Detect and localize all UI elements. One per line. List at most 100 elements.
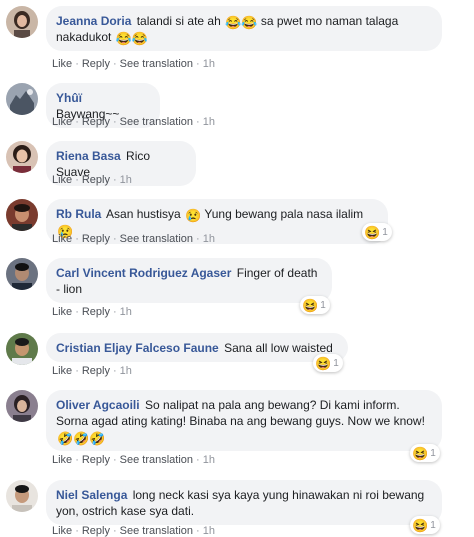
comment-text: Sana all low waisted: [224, 341, 333, 355]
like-link[interactable]: Like: [52, 365, 72, 377]
see-translation-link[interactable]: See translation: [120, 58, 193, 70]
avatar[interactable]: [6, 141, 38, 173]
separator: ·: [112, 116, 117, 128]
see-translation-link[interactable]: See translation: [120, 525, 193, 537]
comment-author[interactable]: Yhûï: [56, 91, 82, 105]
timestamp[interactable]: 1h: [203, 454, 215, 466]
haha-reaction-icon: 😆: [412, 517, 429, 533]
timestamp[interactable]: 1h: [120, 174, 132, 186]
comment-actions: Like · Reply · See translation · 1h: [52, 454, 215, 466]
comment-actions: Like · Reply · See translation · 1h: [52, 116, 215, 128]
comment-bubble: Cristian Eljay Falceso Faune Sana all lo…: [46, 333, 348, 362]
like-link[interactable]: Like: [52, 58, 72, 70]
comment-text: Yung bewang pala nasa ilalim: [204, 207, 364, 221]
like-link[interactable]: Like: [52, 233, 72, 245]
separator: ·: [112, 233, 117, 245]
comment-actions: Like · Reply · 1h: [52, 306, 132, 318]
haha-reaction-icon: 😆: [364, 224, 381, 240]
like-link[interactable]: Like: [52, 525, 72, 537]
rolling-laughing-emoji-icon: 🤣🤣🤣: [57, 431, 106, 446]
separator: ·: [112, 174, 117, 186]
separator: ·: [196, 233, 200, 245]
comment-bubble: Oliver Agcaoili So nalipat na pala ang b…: [46, 390, 442, 451]
reaction-badge[interactable]: 😆 1: [410, 516, 440, 534]
avatar[interactable]: [6, 6, 38, 38]
comment-author[interactable]: Carl Vincent Rodriguez Agaser: [56, 266, 231, 280]
see-translation-link[interactable]: See translation: [120, 233, 193, 245]
separator: ·: [112, 525, 117, 537]
comment-bubble: Carl Vincent Rodriguez Agaser Finger of …: [46, 258, 332, 303]
comment-bubble: Niel Salenga long neck kasi sya kaya yun…: [46, 480, 442, 525]
reply-link[interactable]: Reply: [82, 306, 110, 318]
comment-author[interactable]: Cristian Eljay Falceso Faune: [56, 341, 219, 355]
haha-reaction-icon: 😆: [302, 297, 319, 313]
separator: ·: [75, 525, 79, 537]
haha-reaction-icon: 😆: [315, 355, 332, 371]
see-translation-link[interactable]: See translation: [120, 116, 193, 128]
reply-link[interactable]: Reply: [82, 525, 110, 537]
comment-author[interactable]: Oliver Agcaoili: [56, 398, 140, 412]
timestamp[interactable]: 1h: [203, 233, 215, 245]
like-link[interactable]: Like: [52, 174, 72, 186]
crying-emoji-icon: 😢: [185, 208, 202, 223]
like-link[interactable]: Like: [52, 306, 72, 318]
comment-text: Asan hustisya: [106, 207, 181, 221]
reaction-badge[interactable]: 😆 1: [362, 223, 392, 241]
separator: ·: [112, 306, 117, 318]
comment-actions: Like · Reply · 1h: [52, 174, 132, 186]
like-link[interactable]: Like: [52, 454, 72, 466]
comment-author[interactable]: Rb Rula: [56, 207, 101, 221]
reply-link[interactable]: Reply: [82, 116, 110, 128]
reply-link[interactable]: Reply: [82, 233, 110, 245]
reply-link[interactable]: Reply: [82, 365, 110, 377]
separator: ·: [196, 454, 200, 466]
comment-actions: Like · Reply · 1h: [52, 365, 132, 377]
comment-actions: Like · Reply · See translation · 1h: [52, 58, 215, 70]
avatar[interactable]: [6, 258, 38, 290]
separator: ·: [196, 116, 200, 128]
like-link[interactable]: Like: [52, 116, 72, 128]
timestamp[interactable]: 1h: [203, 116, 215, 128]
reply-link[interactable]: Reply: [82, 174, 110, 186]
reaction-badge[interactable]: 😆 1: [313, 354, 343, 372]
comment-bubble: Jeanna Doria talandi si ate ah 😂😂 sa pwe…: [46, 6, 442, 51]
comment-author[interactable]: Riena Basa: [56, 149, 121, 163]
separator: ·: [75, 233, 79, 245]
avatar[interactable]: [6, 83, 38, 115]
comment-author[interactable]: Niel Salenga: [56, 488, 127, 502]
avatar[interactable]: [6, 390, 38, 422]
reaction-count: 1: [382, 226, 388, 238]
reaction-count: 1: [430, 447, 436, 459]
avatar[interactable]: [6, 199, 38, 231]
timestamp[interactable]: 1h: [120, 365, 132, 377]
separator: ·: [75, 116, 79, 128]
laughing-emoji-icon: 😂😂: [115, 31, 149, 46]
comment-actions: Like · Reply · See translation · 1h: [52, 233, 215, 245]
separator: ·: [75, 365, 79, 377]
reply-link[interactable]: Reply: [82, 454, 110, 466]
reaction-badge[interactable]: 😆 1: [300, 296, 330, 314]
reaction-count: 1: [333, 357, 339, 369]
timestamp[interactable]: 1h: [203, 58, 215, 70]
separator: ·: [112, 365, 117, 377]
timestamp[interactable]: 1h: [203, 525, 215, 537]
laughing-emoji-icon: 😂😂: [225, 15, 258, 30]
separator: ·: [196, 58, 200, 70]
separator: ·: [75, 174, 79, 186]
separator: ·: [196, 525, 200, 537]
reply-link[interactable]: Reply: [82, 58, 110, 70]
comment-author[interactable]: Jeanna Doria: [56, 14, 131, 28]
separator: ·: [112, 58, 117, 70]
separator: ·: [75, 306, 79, 318]
separator: ·: [75, 58, 79, 70]
haha-reaction-icon: 😆: [412, 445, 429, 461]
comment-actions: Like · Reply · See translation · 1h: [52, 525, 215, 537]
see-translation-link[interactable]: See translation: [120, 454, 193, 466]
reaction-count: 1: [430, 519, 436, 531]
reaction-count: 1: [320, 299, 326, 311]
comment-text: talandi si ate ah: [136, 14, 221, 28]
timestamp[interactable]: 1h: [120, 306, 132, 318]
avatar[interactable]: [6, 480, 38, 512]
reaction-badge[interactable]: 😆 1: [410, 444, 440, 462]
avatar[interactable]: [6, 333, 38, 365]
